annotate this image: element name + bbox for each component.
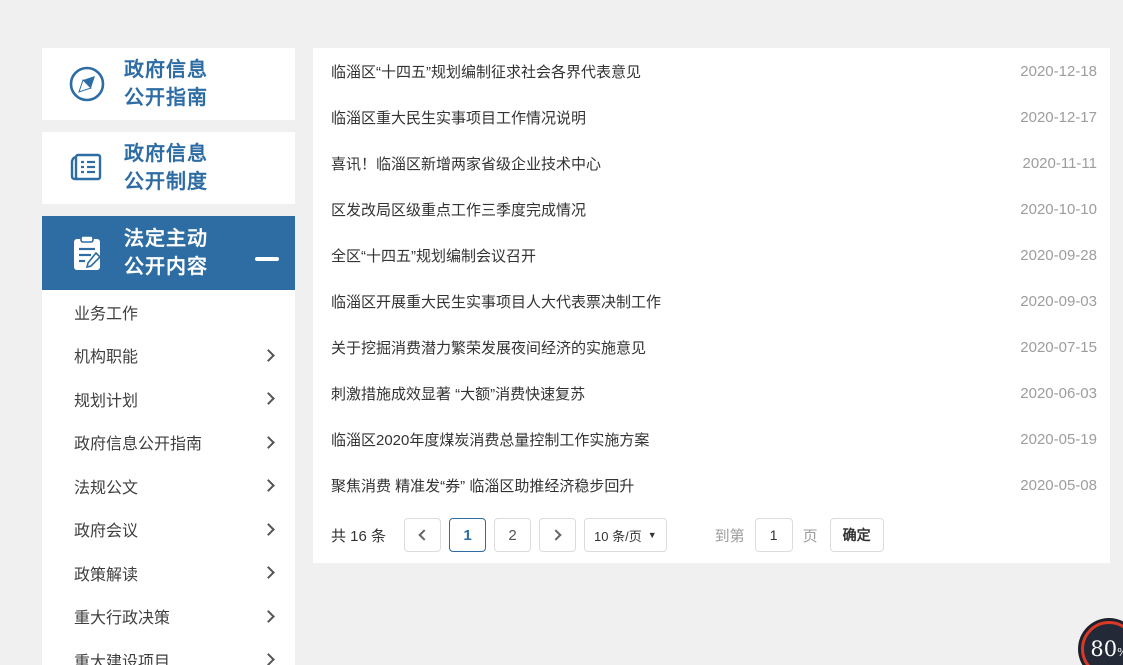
article-date: 2020-05-08	[1020, 477, 1097, 494]
menu-label: 政府信息公开指南	[74, 430, 202, 454]
sidebar-item-business-work[interactable]: 业务工作	[42, 290, 295, 334]
sidebar-item-gov-meetings[interactable]: 政府会议	[42, 508, 295, 552]
article-link[interactable]: 临淄区开展重大民生实事项目人大代表票决制工作	[331, 291, 661, 312]
article-link[interactable]: 聚焦消费 精准发“券” 临淄区助推经济稳步回升	[331, 475, 634, 496]
confirm-button[interactable]: 确定	[830, 518, 884, 552]
list-item: 临淄区2020年度煤炭消费总量控制工作实施方案 2020-05-19	[313, 416, 1110, 462]
article-link[interactable]: 刺激措施成效显著 “大额”消费快速复苏	[331, 383, 585, 404]
article-date: 2020-09-03	[1020, 293, 1097, 310]
compass-icon	[64, 61, 110, 107]
sidebar-item-policy-interpretation[interactable]: 政策解读	[42, 551, 295, 595]
list-item: 关于挖掘消费潜力繁荣发展夜间经济的实施意见 2020-07-15	[313, 324, 1110, 370]
article-list-panel: 临淄区“十四五”规划编制征求社会各界代表意见 2020-12-18 临淄区重大民…	[313, 48, 1110, 563]
zoom-value: 80	[1090, 637, 1117, 661]
menu-label: 重大建设项目	[74, 648, 170, 665]
list-item: 临淄区开展重大民生实事项目人大代表票决制工作 2020-09-03	[313, 278, 1110, 324]
sidebar-item-label: 法定主动 公开内容	[124, 225, 208, 281]
sidebar: 政府信息 公开指南 政府信息 公开制度	[42, 48, 295, 665]
sidebar-item-major-decisions[interactable]: 重大行政决策	[42, 595, 295, 639]
list-item: 全区“十四五”规划编制会议召开 2020-09-28	[313, 232, 1110, 278]
list-item: 区发改局区级重点工作三季度完成情况 2020-10-10	[313, 186, 1110, 232]
article-date: 2020-10-10	[1020, 201, 1097, 218]
goto-page-suffix-label: 页	[803, 525, 818, 546]
page-size-label: 10 条/页	[594, 526, 642, 545]
article-list: 临淄区“十四五”规划编制征求社会各界代表意见 2020-12-18 临淄区重大民…	[313, 48, 1110, 508]
article-link[interactable]: 临淄区重大民生实事项目工作情况说明	[331, 107, 586, 128]
article-link[interactable]: 喜讯！临淄区新增两家省级企业技术中心	[331, 153, 601, 174]
prev-page-button[interactable]	[404, 518, 441, 552]
sidebar-item-label: 政府信息 公开制度	[124, 140, 208, 196]
sidebar-item-org-functions[interactable]: 机构职能	[42, 334, 295, 378]
article-link[interactable]: 临淄区“十四五”规划编制征求社会各界代表意见	[331, 61, 641, 82]
menu-label: 重大行政决策	[74, 604, 170, 628]
page: 政府信息 公开指南 政府信息 公开制度	[0, 0, 1123, 665]
article-date: 2020-11-11	[1022, 155, 1097, 172]
total-count-label: 共 16 条	[331, 525, 386, 546]
list-item: 聚焦消费 精准发“券” 临淄区助推经济稳步回升 2020-05-08	[313, 462, 1110, 508]
sidebar-item-planning[interactable]: 规划计划	[42, 377, 295, 421]
list-item: 喜讯！临淄区新增两家省级企业技术中心 2020-11-11	[313, 140, 1110, 186]
chevron-right-icon	[262, 349, 275, 362]
sidebar-item-label: 政府信息 公开指南	[124, 56, 208, 112]
chevron-left-icon	[418, 529, 429, 540]
zoom-unit: %	[1117, 646, 1123, 659]
article-link[interactable]: 关于挖掘消费潜力繁荣发展夜间经济的实施意见	[331, 337, 646, 358]
article-date: 2020-12-17	[1020, 109, 1097, 126]
page-button-1[interactable]: 1	[449, 518, 486, 552]
chevron-right-icon	[262, 392, 275, 405]
sidebar-item-major-projects[interactable]: 重大建设项目	[42, 638, 295, 665]
sidebar-item-statutory-disclosure[interactable]: 法定主动 公开内容	[42, 216, 295, 290]
chevron-right-icon	[262, 436, 275, 449]
list-item: 刺激措施成效显著 “大额”消费快速复苏 2020-06-03	[313, 370, 1110, 416]
next-page-button[interactable]	[539, 518, 576, 552]
menu-label: 政府会议	[74, 517, 138, 541]
menu-label: 规划计划	[74, 387, 138, 411]
menu-label: 政策解读	[74, 561, 138, 585]
goto-page-input[interactable]	[755, 518, 793, 552]
menu-label: 机构职能	[74, 343, 138, 367]
chevron-right-icon	[262, 479, 275, 492]
caret-down-icon: ▼	[648, 530, 657, 540]
chevron-right-icon	[262, 566, 275, 579]
rules-document-icon	[64, 145, 110, 191]
menu-label: 业务工作	[74, 300, 138, 324]
article-link[interactable]: 区发改局区级重点工作三季度完成情况	[331, 199, 586, 220]
sidebar-item-gov-info-guide-menu[interactable]: 政府信息公开指南	[42, 421, 295, 465]
article-link[interactable]: 临淄区2020年度煤炭消费总量控制工作实施方案	[331, 429, 649, 450]
chevron-right-icon	[262, 653, 275, 665]
sidebar-item-gov-info-guide[interactable]: 政府信息 公开指南	[42, 48, 295, 120]
article-date: 2020-07-15	[1020, 339, 1097, 356]
collapse-minus-icon	[255, 257, 279, 261]
chevron-right-icon	[262, 610, 275, 623]
article-date: 2020-12-18	[1020, 63, 1097, 80]
sidebar-item-regulations[interactable]: 法规公文	[42, 464, 295, 508]
zoom-widget[interactable]: 80 %	[1081, 621, 1123, 665]
menu-label: 法规公文	[74, 474, 138, 498]
list-item: 临淄区“十四五”规划编制征求社会各界代表意见 2020-12-18	[313, 48, 1110, 94]
article-date: 2020-05-19	[1020, 431, 1097, 448]
goto-page-prefix-label: 到第	[715, 525, 745, 546]
list-item: 临淄区重大民生实事项目工作情况说明 2020-12-17	[313, 94, 1110, 140]
pagination: 共 16 条 1 2 10 条/页 ▼ 到第 页 确定	[313, 518, 1110, 552]
article-link[interactable]: 全区“十四五”规划编制会议召开	[331, 245, 536, 266]
page-size-select[interactable]: 10 条/页 ▼	[584, 518, 667, 552]
article-date: 2020-09-28	[1020, 247, 1097, 264]
sidebar-item-gov-info-rules[interactable]: 政府信息 公开制度	[42, 132, 295, 204]
article-date: 2020-06-03	[1020, 385, 1097, 402]
chevron-right-icon	[550, 529, 561, 540]
sidebar-menu: 业务工作 机构职能 规划计划 政府信息公开指南 法规公文 政府会议	[42, 290, 295, 665]
page-button-2[interactable]: 2	[494, 518, 531, 552]
chevron-right-icon	[262, 523, 275, 536]
clipboard-pen-icon	[64, 230, 110, 276]
